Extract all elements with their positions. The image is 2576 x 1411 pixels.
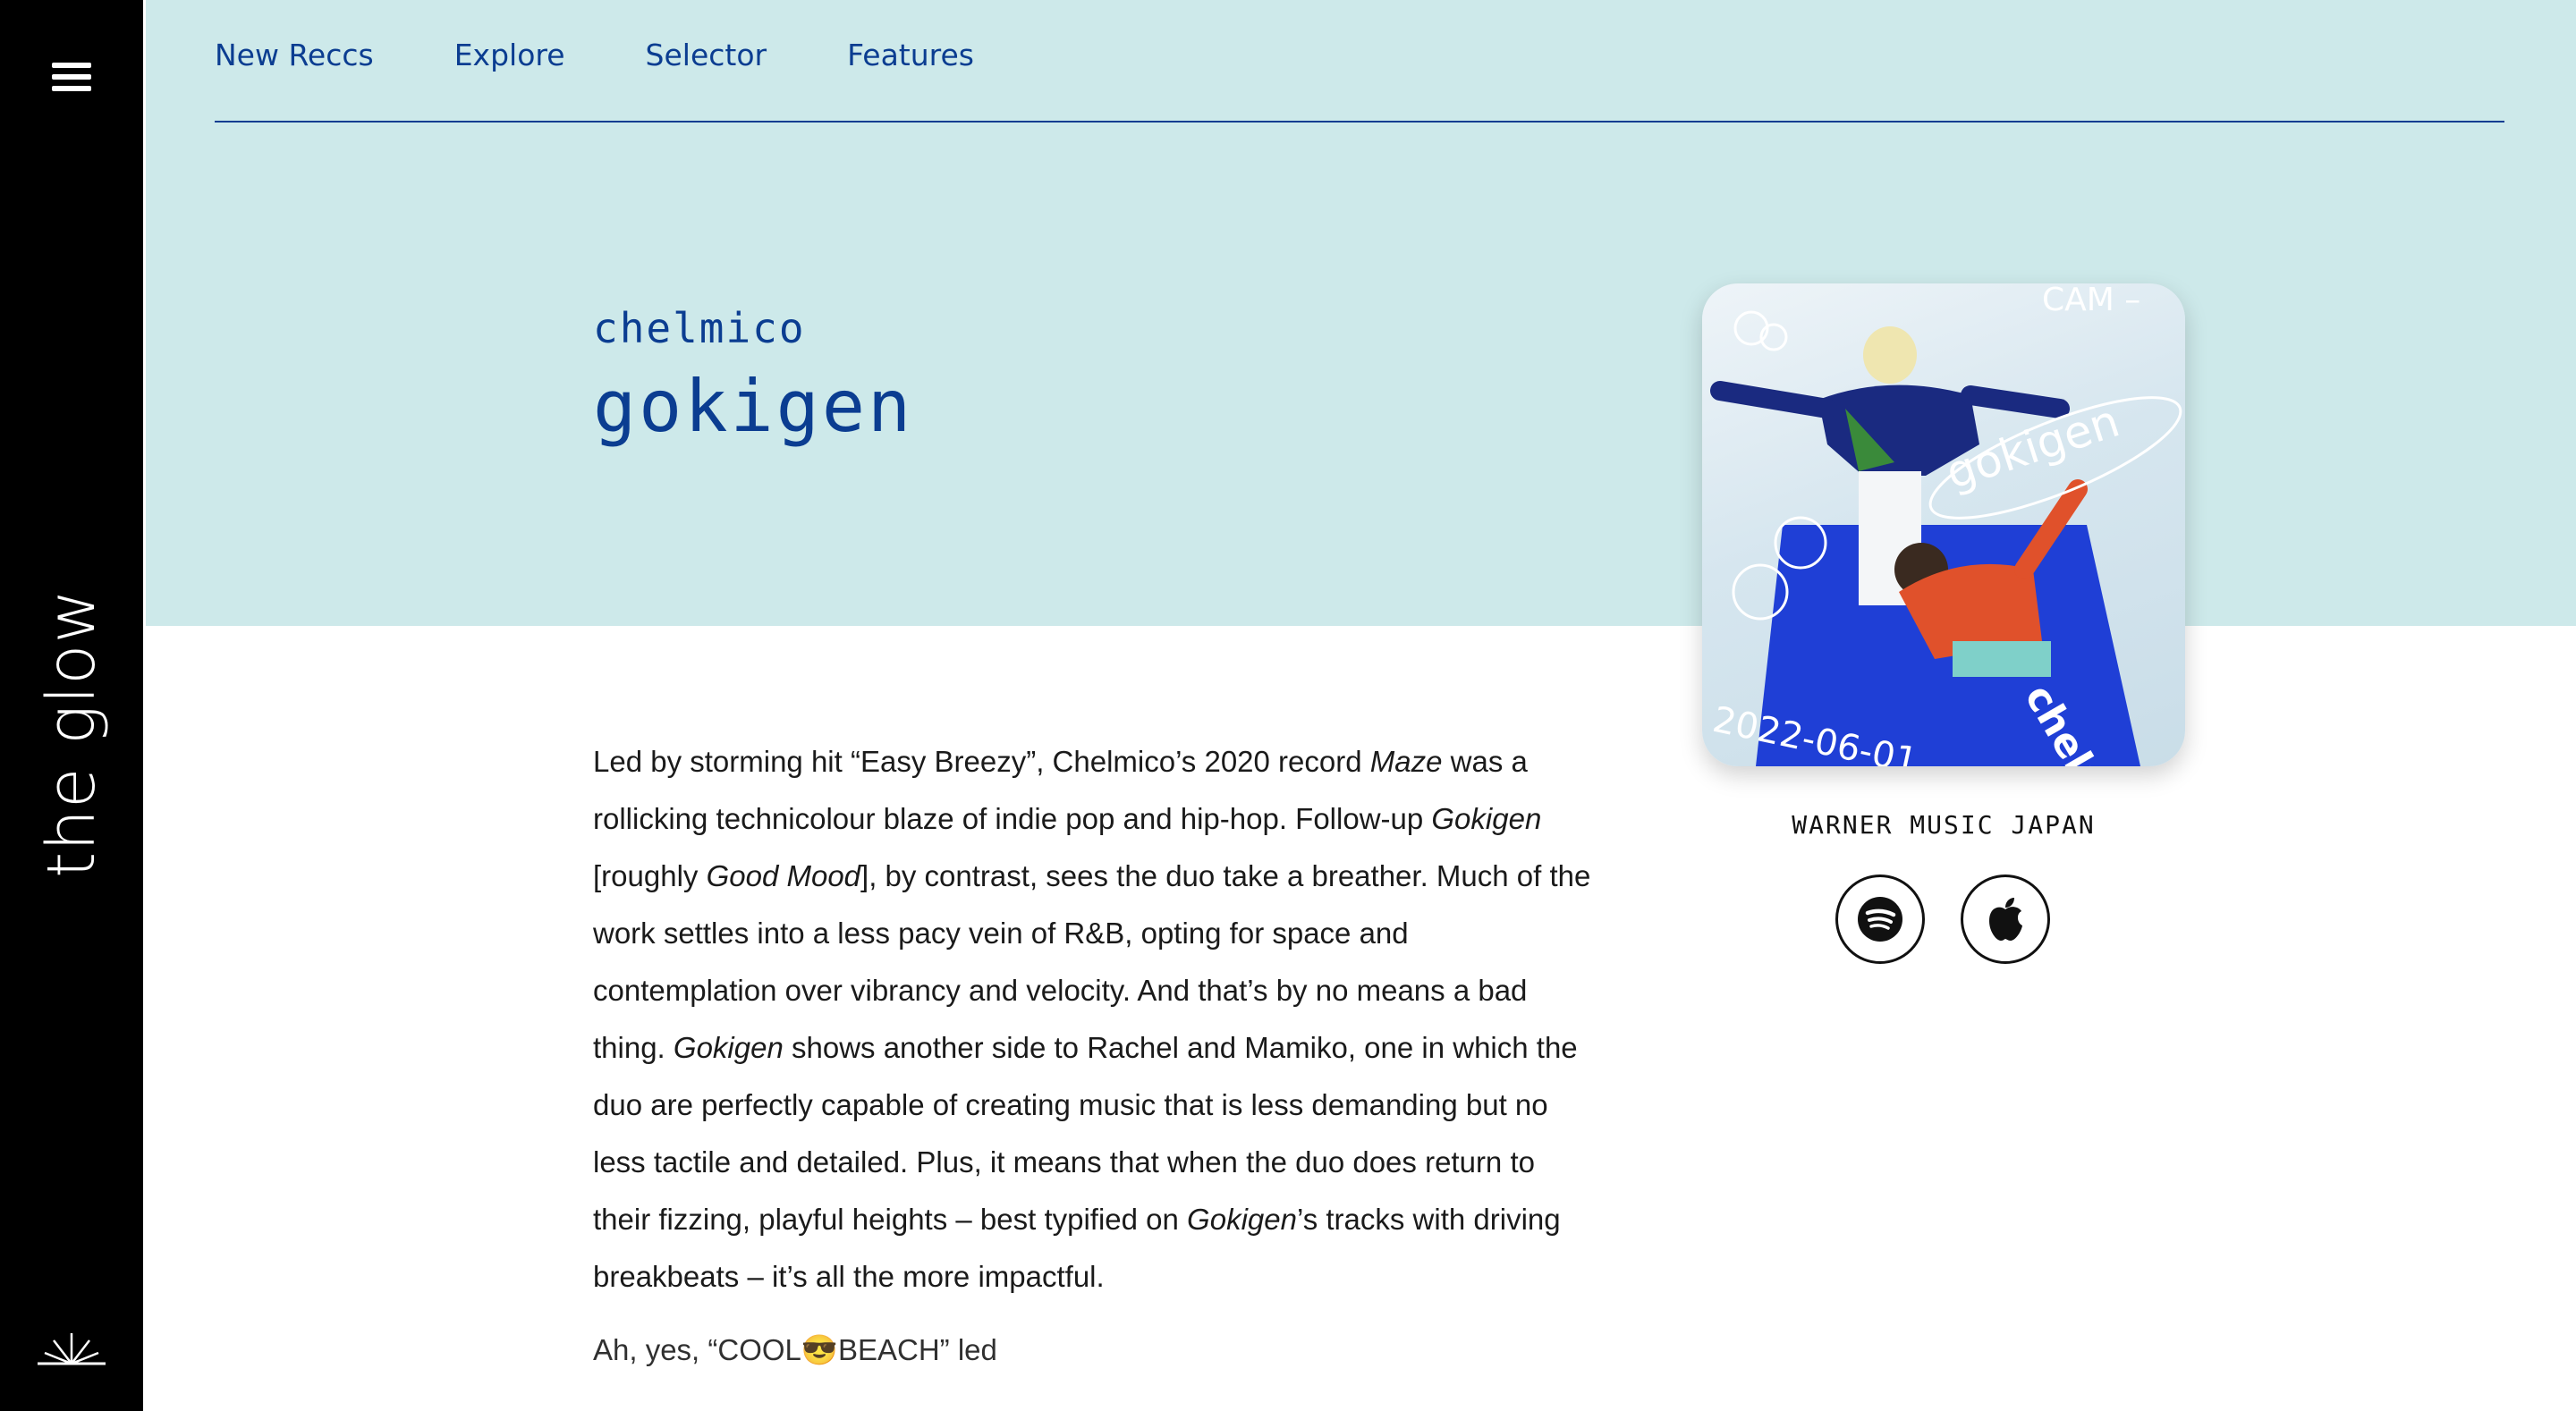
album-ref-gokigen: Gokigen xyxy=(673,1031,784,1064)
album-ref-gokigen: Gokigen xyxy=(1431,802,1542,835)
brand-logo[interactable]: the glow xyxy=(33,588,110,878)
album-title: gokigen xyxy=(593,365,914,448)
spotify-button[interactable] xyxy=(1835,874,1925,964)
translation-ref: Good Mood xyxy=(706,859,861,892)
apple-icon xyxy=(1989,898,2022,941)
apple-music-button[interactable] xyxy=(1961,874,2050,964)
nav-selector[interactable]: Selector xyxy=(646,38,767,72)
sunrise-icon[interactable] xyxy=(38,1328,106,1369)
review-paragraph: Led by storming hit “Easy Breezy”, Chelm… xyxy=(593,745,1591,1293)
nav-divider xyxy=(215,121,2504,123)
record-label: WARNER MUSIC JAPAN xyxy=(1792,810,2096,840)
artist-name[interactable]: chelmico xyxy=(593,304,806,352)
hamburger-icon[interactable] xyxy=(52,63,91,98)
album-cover: gokigen CAM – 2022-06-01 chelmi xyxy=(1702,283,2185,766)
nav-new-reccs[interactable]: New Reccs xyxy=(215,38,374,72)
review-body: Led by storming hit “Easy Breezy”, Chelm… xyxy=(593,733,1595,1379)
album-cover-art: gokigen CAM – 2022-06-01 chelmi xyxy=(1709,283,2182,766)
spotify-icon xyxy=(1858,897,1902,942)
nav-features[interactable]: Features xyxy=(847,38,974,72)
top-nav: New Reccs Explore Selector Features xyxy=(215,38,974,72)
hero-banner xyxy=(146,0,2576,626)
review-paragraph-2: Ah, yes, “COOL😎BEACH” led xyxy=(593,1333,997,1366)
nav-explore[interactable]: Explore xyxy=(454,38,565,72)
cover-corner-text: CAM – xyxy=(2042,283,2140,318)
album-ref-gokigen: Gokigen xyxy=(1187,1203,1297,1236)
album-ref-maze: Maze xyxy=(1369,745,1443,778)
sidebar: the glow xyxy=(0,0,143,1411)
